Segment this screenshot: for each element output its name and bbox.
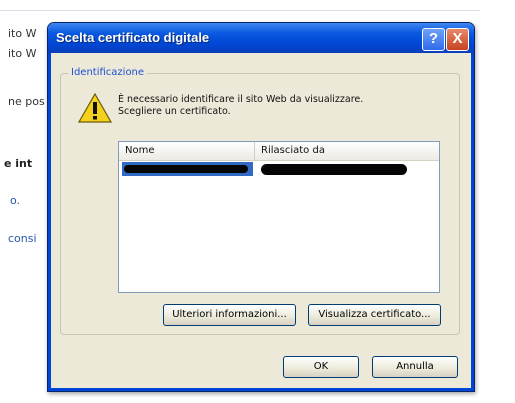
- background-link-fragment[interactable]: consi: [8, 232, 37, 245]
- list-header: Nome Rilasciato da: [119, 142, 439, 161]
- message-line: Scegliere un certificato.: [118, 106, 231, 117]
- background-text-fragment: ito W: [8, 47, 37, 60]
- group-label: Identificazione: [68, 67, 148, 78]
- certificate-row[interactable]: [119, 161, 439, 177]
- help-button[interactable]: ?: [422, 28, 445, 51]
- certificate-dialog: Scelta certificato digitale ? X Identifi…: [47, 22, 475, 392]
- background-text-fragment: ne pos: [8, 95, 45, 108]
- help-icon: ?: [428, 30, 439, 47]
- redaction-mark: [261, 164, 407, 175]
- certificate-issuer-cell[interactable]: [259, 162, 409, 176]
- column-header-nome[interactable]: Nome: [119, 142, 255, 160]
- redaction-mark: [124, 165, 248, 173]
- close-button[interactable]: X: [446, 28, 469, 51]
- certificate-list[interactable]: Nome Rilasciato da: [118, 141, 440, 293]
- cancel-button[interactable]: Annulla: [372, 356, 458, 378]
- warning-icon: [78, 92, 112, 123]
- view-certificate-button[interactable]: Visualizza certificato...: [308, 304, 441, 326]
- close-icon: X: [452, 30, 463, 47]
- certificate-name-cell[interactable]: [122, 162, 253, 176]
- more-info-button[interactable]: Ulteriori informazioni...: [163, 304, 296, 326]
- ok-button[interactable]: OK: [283, 356, 359, 378]
- background-heading-fragment: e int: [4, 157, 33, 170]
- dialog-title: Scelta certificato digitale: [56, 30, 210, 45]
- column-header-rilasciato-da[interactable]: Rilasciato da: [255, 142, 439, 160]
- message-line: È necessario identificare il sito Web da…: [118, 94, 364, 105]
- background-link-fragment[interactable]: o.: [10, 194, 20, 207]
- background-divider: [0, 10, 480, 11]
- background-text-fragment: ito W: [8, 27, 37, 40]
- title-bar[interactable]: Scelta certificato digitale ? X: [48, 23, 474, 53]
- identification-message: È necessario identificare il sito Web da…: [118, 94, 363, 118]
